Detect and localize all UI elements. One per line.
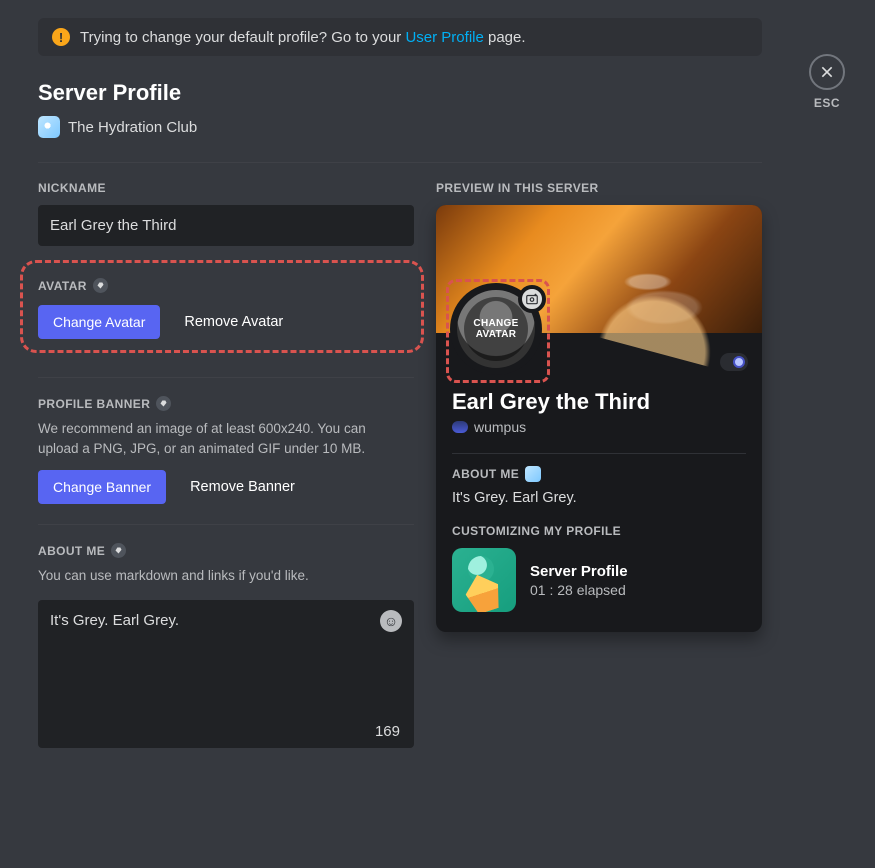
close-button[interactable] <box>809 54 845 90</box>
page-title: Server Profile <box>38 80 762 106</box>
activity-icon <box>452 548 516 612</box>
about-char-count: 169 <box>375 723 400 740</box>
banner-helper: We recommend an image of at least 600x24… <box>38 419 398 458</box>
banner-label: Profile Banner <box>38 396 414 411</box>
preview-card: CHANGE AVATAR Earl Grey the Third wumpus <box>436 205 762 632</box>
notice-bar: ! Trying to change your default profile?… <box>38 18 762 56</box>
notice-text: Trying to change your default profile? G… <box>80 29 526 46</box>
divider <box>38 524 414 525</box>
about-helper: You can use markdown and links if you'd … <box>38 566 398 586</box>
upload-image-icon[interactable] <box>518 285 546 313</box>
preview-activity-label: CUSTOMIZING MY PROFILE <box>452 524 746 538</box>
about-label: About Me <box>38 543 414 558</box>
close-icon <box>819 64 835 80</box>
server-name: The Hydration Club <box>68 119 197 136</box>
nitro-badge-icon <box>111 543 126 558</box>
change-avatar-button[interactable]: Change Avatar <box>38 305 160 339</box>
about-textarea[interactable]: It's Grey. Earl Grey. ☺ 169 <box>38 600 414 748</box>
preview-label: Preview in this server <box>436 181 762 195</box>
activity-elapsed: 01 : 28 elapsed <box>530 582 628 598</box>
avatar-label: Avatar <box>38 278 414 293</box>
handle-icon <box>452 421 468 433</box>
preview-handle: wumpus <box>452 419 746 435</box>
activity-title: Server Profile <box>530 563 628 580</box>
user-profile-link[interactable]: User Profile <box>405 29 483 46</box>
remove-avatar-button[interactable]: Remove Avatar <box>180 305 287 339</box>
divider <box>38 162 762 163</box>
preview-about-label: ABOUT ME <box>452 466 746 482</box>
nitro-badge-icon <box>93 278 108 293</box>
esc-label: ESC <box>814 96 840 110</box>
server-indicator: The Hydration Club <box>38 116 762 138</box>
emoji-picker-icon[interactable]: ☺ <box>380 610 402 632</box>
divider <box>38 377 414 378</box>
nitro-badge-icon <box>156 396 171 411</box>
nickname-input[interactable] <box>38 205 414 246</box>
remove-banner-button[interactable]: Remove Banner <box>186 470 299 504</box>
change-avatar-overlay[interactable]: CHANGE AVATAR <box>464 297 528 361</box>
preview-activity: Server Profile 01 : 28 elapsed <box>452 548 746 612</box>
about-value: It's Grey. Earl Grey. <box>50 612 402 629</box>
warning-icon: ! <box>52 28 70 46</box>
status-badge <box>720 353 748 371</box>
divider <box>452 453 746 454</box>
server-icon <box>38 116 60 138</box>
droplet-icon <box>525 466 541 482</box>
preview-about-text: It's Grey. Earl Grey. <box>452 490 746 506</box>
nickname-label: Nickname <box>38 181 414 195</box>
change-banner-button[interactable]: Change Banner <box>38 470 166 504</box>
